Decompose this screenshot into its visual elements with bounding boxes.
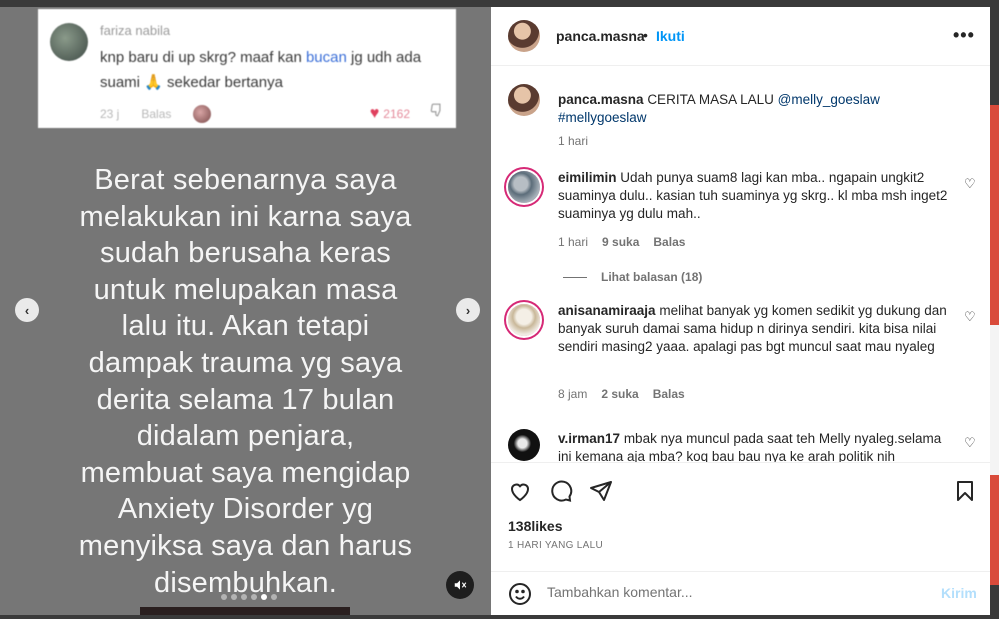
background-post-strip	[990, 325, 999, 475]
comment-like-icon[interactable]: ♡	[964, 176, 976, 192]
author-avatar[interactable]	[508, 20, 540, 52]
comment-age: 8 jam	[558, 387, 588, 401]
embedded-comment-age: 23 j	[100, 107, 120, 121]
carousel-dot	[271, 594, 277, 600]
mute-button[interactable]	[446, 571, 474, 599]
comment-avatar[interactable]	[508, 304, 540, 336]
carousel-dot	[231, 594, 237, 600]
heart-filled-icon: ♥	[369, 105, 380, 122]
embedded-comment-like-count: 2162	[383, 107, 410, 121]
embedded-comment-username: fariza nabila	[100, 23, 171, 38]
caption-body: CERITA MASA LALU	[647, 92, 774, 107]
comment-meta: 1 hari 9 suka Balas	[558, 235, 685, 249]
comment-text: v.irman17 mbak nya muncul pada saat teh …	[558, 430, 953, 462]
overlay-line: dampak trauma yg saya	[88, 346, 403, 379]
embedded-comment-likes: ♥ 2162	[370, 105, 410, 123]
post-media: fariza nabila knp baru di up skrg? maaf …	[0, 7, 491, 615]
caption-hashtag[interactable]: #mellygoeslaw	[558, 110, 647, 125]
more-options-icon[interactable]: •••	[953, 25, 975, 46]
like-heart-icon[interactable]	[508, 479, 534, 505]
carousel-dot	[221, 594, 227, 600]
overlay-line: menyiksa saya dan harus	[78, 529, 413, 562]
comment-text: eimilimin Udah punya suam8 lagi kan mba.…	[558, 169, 953, 223]
carousel-dot	[261, 594, 267, 600]
embedded-comment-mini-avatar	[193, 105, 212, 123]
embedded-comment-text: knp baru di up skrg? maaf kan bucan jg u…	[100, 45, 440, 95]
comment-username[interactable]: v.irman17	[558, 431, 620, 446]
overlay-line: sudah berusaha keras	[100, 237, 391, 270]
embedded-comment-reply: Balas	[141, 107, 172, 121]
speaker-muted-icon	[454, 580, 467, 590]
overlay-line: derita selama 17 bulan	[96, 383, 395, 416]
overlay-line: lalu itu. Akan tetapi	[121, 310, 370, 343]
comment-reply-button[interactable]: Balas	[653, 235, 685, 249]
emoji-smiley-icon[interactable]	[508, 582, 532, 611]
overlay-line: membuat saya mengidap	[80, 456, 411, 489]
caption-mention[interactable]: @melly_goeslaw	[778, 92, 880, 107]
embedded-comment-avatar	[50, 23, 88, 61]
caption-text: panca.masna CERITA MASA LALU @melly_goes…	[558, 91, 953, 127]
author-username[interactable]: panca.masna	[556, 28, 645, 44]
replies-line	[563, 276, 587, 278]
comment-input[interactable]	[547, 584, 927, 600]
dislike-icon	[430, 103, 444, 121]
comments-list[interactable]: panca.masna CERITA MASA LALU @melly_goes…	[491, 67, 990, 462]
carousel-dot	[241, 594, 247, 600]
comment-text: anisanamiraaja melihat banyak yg komen s…	[558, 302, 953, 356]
background-post-peek	[990, 105, 999, 585]
likes-count[interactable]: 138likes	[508, 518, 563, 534]
comment-username[interactable]: anisanamiraaja	[558, 303, 656, 318]
overlay-line: untuk melupakan masa	[93, 273, 398, 306]
comment-body: Udah punya suam8 lagi kan mba.. ngapain …	[558, 170, 948, 221]
media-overlay-text: Berat sebenarnya saya melakukan ini karn…	[0, 162, 491, 601]
follow-button[interactable]: Ikuti	[656, 28, 685, 44]
comment-username[interactable]: eimilimin	[558, 170, 617, 185]
post-details-panel: panca.masna • Ikuti ••• panca.masna CERI…	[491, 7, 990, 615]
embedded-comment-link: bucan	[305, 49, 347, 66]
overlay-line: melakukan ini karna saya	[79, 200, 412, 233]
post-actions: 138likes 1 HARI YANG LALU	[491, 462, 990, 571]
embedded-comment-text-start: knp baru di up skrg? maaf kan	[100, 49, 306, 66]
comment-likes[interactable]: 2 suka	[601, 387, 638, 401]
overlay-line: didalam penjara,	[136, 420, 355, 453]
view-replies-button[interactable]: Lihat balasan (18)	[563, 270, 702, 284]
comment-avatar[interactable]	[508, 429, 540, 461]
embedded-comment-card: fariza nabila knp baru di up skrg? maaf …	[38, 9, 456, 128]
header-separator: •	[643, 27, 648, 43]
embedded-comment-meta: 23 j Balas	[100, 105, 212, 123]
chevron-right-icon: ›	[465, 302, 471, 318]
post-comment-button[interactable]: Kirim	[941, 585, 977, 601]
add-comment-bar: Kirim	[491, 571, 990, 615]
comment-meta: 8 jam 2 suka Balas	[558, 387, 685, 401]
comment-like-icon[interactable]: ♡	[964, 309, 976, 325]
share-send-icon[interactable]	[589, 479, 615, 505]
comment-age: 1 hari	[558, 235, 589, 249]
media-bottom-edge	[140, 607, 350, 615]
post-header: panca.masna • Ikuti •••	[491, 7, 990, 66]
caption-username[interactable]: panca.masna	[558, 92, 644, 107]
bookmark-icon[interactable]	[953, 479, 979, 505]
carousel-prev-button[interactable]: ‹	[15, 298, 39, 322]
chevron-left-icon: ‹	[24, 302, 30, 318]
caption-age: 1 hari	[558, 134, 589, 148]
caption-avatar[interactable]	[508, 84, 540, 116]
comment-reply-button[interactable]: Balas	[653, 387, 685, 401]
comment-bubble-icon[interactable]	[549, 479, 575, 505]
comment-likes[interactable]: 9 suka	[602, 235, 639, 249]
comment-avatar[interactable]	[508, 171, 540, 203]
caption-meta: 1 hari	[558, 134, 588, 148]
overlay-line: Anxiety Disorder yg	[117, 493, 374, 526]
comment-like-icon[interactable]: ♡	[964, 435, 976, 451]
overlay-line: Berat sebenarnya saya	[94, 164, 397, 196]
post-timestamp: 1 HARI YANG LALU	[508, 540, 604, 551]
carousel-next-button[interactable]: ›	[456, 298, 480, 322]
carousel-indicator	[221, 594, 277, 600]
view-replies-label: Lihat balasan (18)	[601, 270, 703, 284]
carousel-dot	[251, 594, 257, 600]
